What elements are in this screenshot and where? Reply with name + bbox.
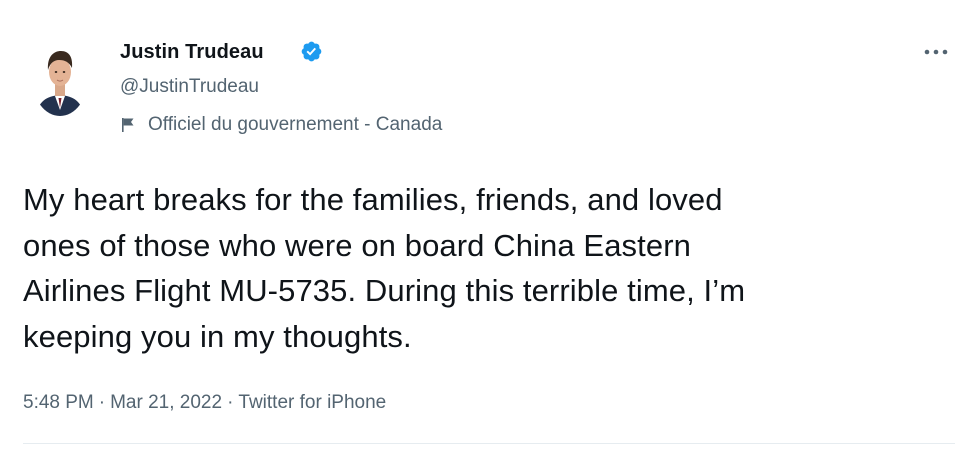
author-avatar[interactable] (32, 40, 88, 116)
tweet-date[interactable]: Mar 21, 2022 (110, 390, 222, 416)
tweet-time[interactable]: 5:48 PM (23, 390, 94, 416)
flag-icon (122, 118, 134, 132)
affiliation-text: Officiel du gouvernement - Canada (148, 114, 443, 135)
author-handle[interactable]: @JustinTrudeau (120, 74, 259, 100)
tweet-text: My heart breaks for the families, friend… (23, 182, 746, 354)
more-options-button[interactable] (918, 38, 954, 66)
verified-badge-icon (300, 40, 323, 63)
divider (23, 443, 955, 444)
tweet-metadata: 5:48 PM · Mar 21, 2022 · Twitter for iPh… (23, 389, 386, 417)
profile-photo-icon (32, 40, 88, 116)
metadata-separator: · (98, 392, 106, 413)
tweet-source[interactable]: Twitter for iPhone (238, 390, 386, 416)
more-options-icon (924, 49, 948, 55)
metadata-separator: · (227, 392, 234, 413)
author-name[interactable]: Justin Trudeau (120, 38, 264, 66)
government-affiliation-label: Officiel du gouvernement - Canada (119, 111, 442, 139)
tweet-card: Justin Trudeau @JustinTrudeau Officiel d… (0, 0, 980, 450)
